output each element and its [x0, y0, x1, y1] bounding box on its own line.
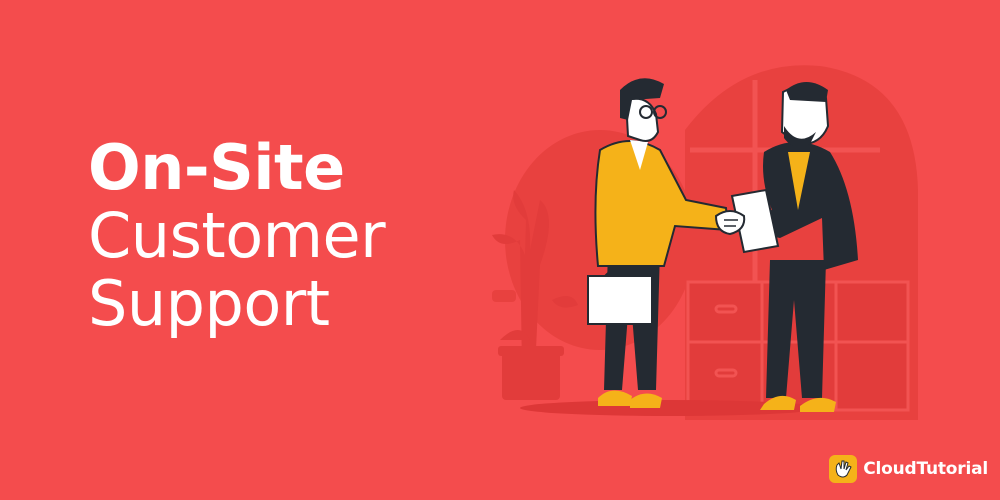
- hand-wave-icon: [829, 455, 858, 483]
- headline: On-Site Customer Support: [88, 131, 386, 340]
- headline-line-support: Support: [88, 267, 330, 340]
- headline-line-on-site: On-Site: [88, 131, 345, 204]
- handshake-illustration: [492, 65, 918, 420]
- headline-line-customer: Customer: [88, 199, 386, 272]
- brand-name: CloudTutorial: [863, 459, 988, 479]
- hero-banner: On-Site Customer Support CloudTutorial: [0, 0, 1000, 500]
- brand-logo[interactable]: CloudTutorial: [829, 454, 988, 484]
